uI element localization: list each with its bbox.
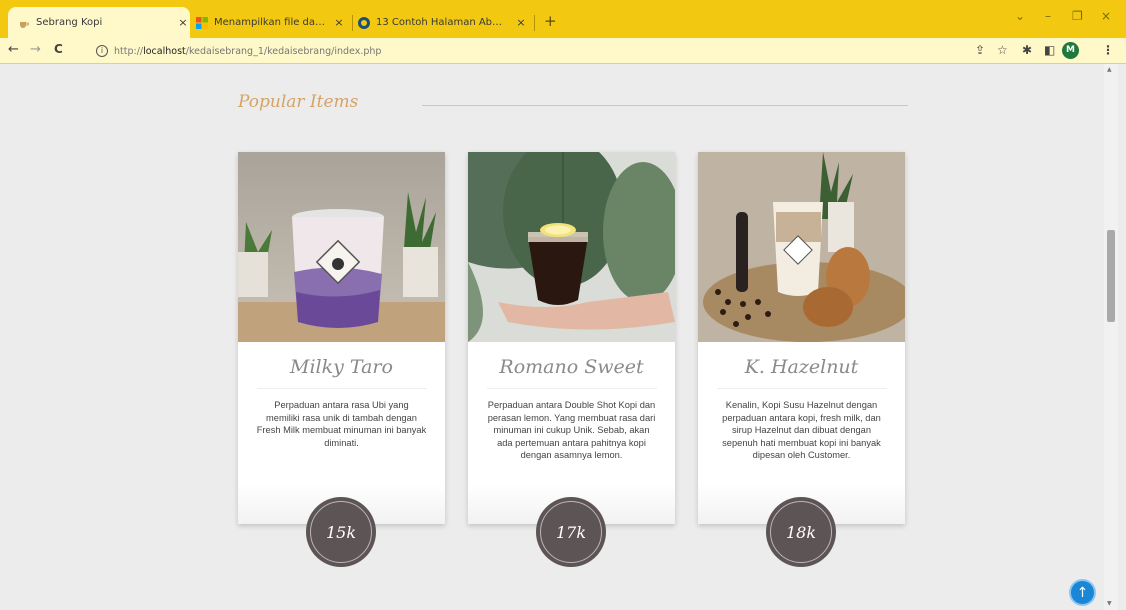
restore-button[interactable]: ❐ <box>1072 9 1083 23</box>
new-tab-button[interactable]: + <box>544 12 557 30</box>
section-title: Popular Items <box>238 92 359 112</box>
tab-label: Menampilkan file dan folder te... <box>214 17 326 28</box>
tab-label: 13 Contoh Halaman About yang <box>376 17 508 28</box>
back-arrow-icon[interactable]: ← <box>8 42 19 57</box>
url-scheme: http:// <box>114 45 144 57</box>
tab-search-icon[interactable]: ⌄ <box>1015 9 1025 23</box>
title-divider <box>422 105 908 106</box>
page-viewport: Popular Items Milky Taro Perpaduan antar… <box>0 64 1104 610</box>
profile-avatar[interactable]: M <box>1062 42 1079 59</box>
price-badge: 18k <box>766 497 836 567</box>
address-bar[interactable]: i http://localhost/kedaisebrang_1/kedais… <box>88 41 1018 61</box>
extensions-icon[interactable]: ✱ <box>1022 43 1032 57</box>
coffee-favicon-icon <box>18 17 30 29</box>
tab-file-folder[interactable]: Menampilkan file dan folder te... × <box>196 7 346 38</box>
tab-divider <box>352 15 353 31</box>
romano-sweet-photo <box>468 152 675 342</box>
name-divider <box>716 388 887 389</box>
name-divider <box>486 388 657 389</box>
close-tab-icon[interactable]: × <box>514 16 528 29</box>
page-scrollbar[interactable] <box>1104 64 1118 610</box>
price-badge: 17k <box>536 497 606 567</box>
price-badge: 15k <box>306 497 376 567</box>
k-hazelnut-photo <box>698 152 905 342</box>
browser-toolbar: ← → C i http://localhost/kedaisebrang_1/… <box>0 38 1126 64</box>
tab-contoh-halaman[interactable]: 13 Contoh Halaman About yang × <box>358 7 528 38</box>
product-description: Perpaduan antara rasa Ubi yang memiliki … <box>256 400 427 448</box>
more-menu-icon[interactable]: ⋮ <box>1102 43 1114 57</box>
windows-favicon-icon <box>196 16 208 29</box>
product-name: K. Hazelnut <box>744 356 859 378</box>
minimize-button[interactable]: – <box>1045 9 1051 23</box>
site-favicon-icon <box>358 16 370 29</box>
name-divider <box>256 388 427 389</box>
site-info-icon[interactable]: i <box>96 45 108 57</box>
price-label: 18k <box>785 522 817 542</box>
product-description: Perpaduan antara Double Shot Kopi dan pe… <box>487 400 656 461</box>
url-path: /kedaisebrang_1/kedaisebrang/index.php <box>185 45 382 57</box>
url-host: localhost <box>143 45 186 57</box>
scroll-to-top-button[interactable]: ↑ <box>1069 579 1096 606</box>
price-label: 17k <box>555 522 587 542</box>
forward-arrow-icon[interactable]: → <box>30 42 41 57</box>
product-card[interactable]: Milky Taro Perpaduan antara rasa Ubi yan… <box>238 152 445 524</box>
close-tab-icon[interactable]: × <box>176 16 190 29</box>
product-description: Kenalin, Kopi Susu Hazelnut dengan perpa… <box>722 400 881 461</box>
tab-divider <box>534 15 535 31</box>
reload-icon[interactable]: C <box>54 42 63 56</box>
product-card[interactable]: K. Hazelnut Kenalin, Kopi Susu Hazelnut … <box>698 152 905 524</box>
close-window-button[interactable]: × <box>1101 9 1111 23</box>
tab-label: Sebrang Kopi <box>36 17 103 28</box>
browser-tab-bar: Sebrang Kopi × Menampilkan file dan fold… <box>0 0 1126 38</box>
product-name: Milky Taro <box>290 356 393 378</box>
product-name: Romano Sweet <box>499 356 644 378</box>
scroll-down-icon[interactable]: ▼ <box>1107 600 1112 607</box>
scrollbar-thumb[interactable] <box>1107 230 1115 322</box>
price-label: 15k <box>325 522 357 542</box>
scroll-up-icon[interactable]: ▲ <box>1107 66 1112 73</box>
milky-taro-photo <box>238 152 445 342</box>
side-panel-icon[interactable]: ◧ <box>1044 43 1055 57</box>
tab-sebrang-kopi[interactable]: Sebrang Kopi × <box>8 7 190 38</box>
product-card[interactable]: Romano Sweet Perpaduan antara Double Sho… <box>468 152 675 524</box>
close-tab-icon[interactable]: × <box>332 16 346 29</box>
bookmark-star-icon[interactable]: ☆ <box>997 43 1008 57</box>
share-icon[interactable]: ⇪ <box>975 43 985 57</box>
